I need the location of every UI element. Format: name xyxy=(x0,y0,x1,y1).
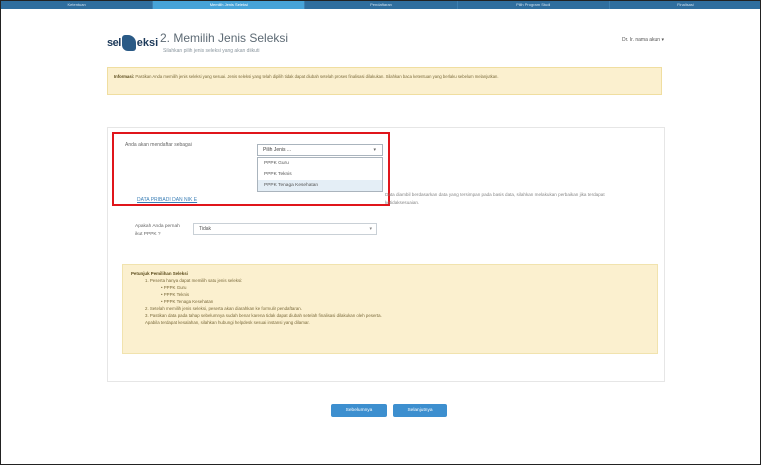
personal-data-link[interactable]: DATA PRIBADI DAN NIK E xyxy=(137,197,197,203)
step-2-active[interactable]: Memilih Jenis Seleksi xyxy=(153,1,306,9)
instructions-title: Petunjuk Pemilihan Seleksi xyxy=(131,271,188,276)
info-notice: Informasi: Pastikan Anda memilih jenis s… xyxy=(107,67,662,95)
side-note: Data diambil berdasarkan data yang tersi… xyxy=(385,192,605,205)
notice-text: Pastikan Anda memilih jenis seleksi yang… xyxy=(135,74,499,79)
user-menu[interactable]: Dr. Ir. nama akun ▾ xyxy=(622,37,664,43)
instruction-line: • PPPK Guru xyxy=(161,285,187,290)
previous-pppk-select[interactable]: Tidak ▾ xyxy=(193,223,377,235)
instruction-line: 1. Peserta hanya dapat memilih satu jeni… xyxy=(145,278,243,283)
next-button[interactable]: Selanjutnya xyxy=(393,404,447,417)
logo-hand-icon xyxy=(121,35,136,51)
annotation-highlight-box xyxy=(112,132,390,206)
step-4[interactable]: Pilih Program Studi xyxy=(458,1,610,9)
instruction-line: 3. Pastikan data pada tahap sebelumnya s… xyxy=(145,313,382,318)
logo-text-2: eksi xyxy=(136,37,159,49)
instruction-line: 2. Setelah memilih jenis seleksi, pesert… xyxy=(145,306,302,311)
instruction-line: Apabila terdapat kesalahan, silahkan hub… xyxy=(145,320,310,325)
step-3[interactable]: Pendaftaran xyxy=(305,1,458,9)
step-progress-bar: Ketentuan Memilih Jenis Seleksi Pendafta… xyxy=(1,1,760,9)
page-title: 2. Memilih Jenis Seleksi xyxy=(160,31,289,45)
step-5[interactable]: Finalisasi xyxy=(610,1,760,9)
step-1[interactable]: Ketentuan xyxy=(1,1,154,9)
instruction-line: • PPPK Teknis xyxy=(161,292,190,297)
notice-label: Informasi: xyxy=(114,74,135,79)
previous-pppk-label: Apakah Anda pernah ikut PPPK ? xyxy=(135,224,180,237)
site-logo[interactable]: sel eksi xyxy=(107,35,158,51)
instructions-panel: Petunjuk Pemilihan Seleksi 1. Peserta ha… xyxy=(122,264,658,354)
logo-text: sel xyxy=(107,37,121,49)
chevron-down-icon: ▾ xyxy=(369,226,372,232)
previous-pppk-value: Tidak xyxy=(199,226,212,232)
screenshot-frame: Ketentuan Memilih Jenis Seleksi Pendafta… xyxy=(0,0,761,465)
previous-button[interactable]: Sebelumnya xyxy=(331,404,387,417)
page-subtitle: Silahkan pilih jenis seleksi yang akan d… xyxy=(163,48,260,54)
instruction-line: • PPPK Tenaga Kesehatan xyxy=(161,299,214,304)
